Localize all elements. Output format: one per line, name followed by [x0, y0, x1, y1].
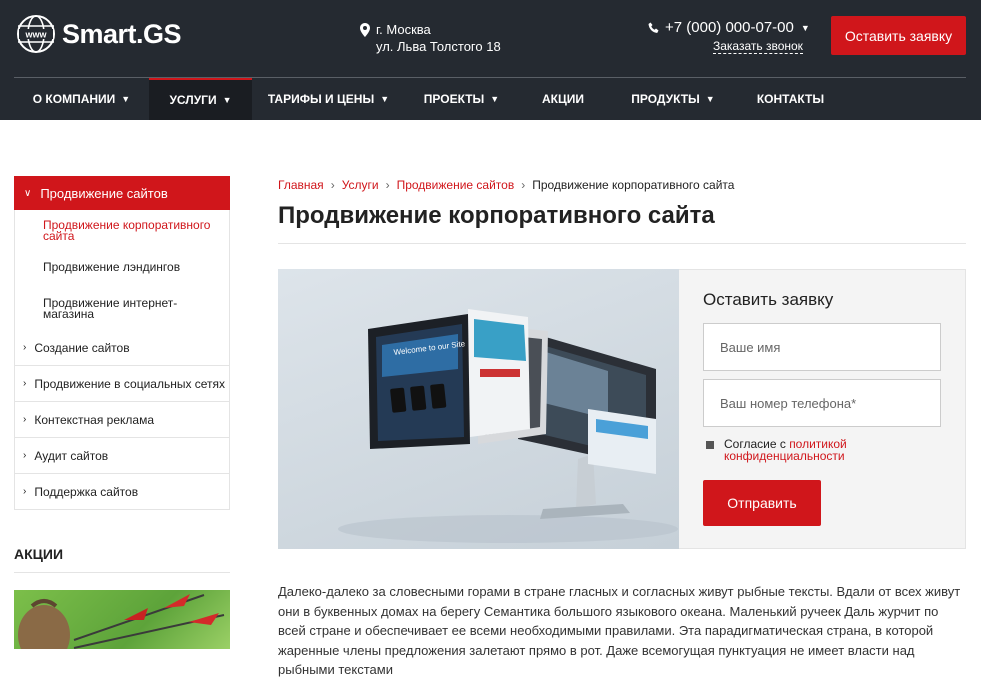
sidebar-item-creation[interactable]: › Создание сайтов: [14, 330, 230, 366]
nav-label: Контакты: [756, 92, 825, 106]
nav-item-contacts[interactable]: Контакты: [738, 78, 843, 120]
sidebar-item-label: Продвижение в социальных сетях: [34, 376, 226, 391]
chevron-right-icon: ›: [23, 486, 27, 497]
map-pin-icon: [360, 23, 370, 37]
breadcrumb-separator: ›: [521, 178, 526, 192]
privacy-link-2[interactable]: конфиденциальности: [724, 449, 845, 463]
breadcrumb-separator: ›: [385, 178, 390, 192]
address-block: г. Москва ул. Льва Толстого 18: [360, 21, 501, 55]
nav-item-services[interactable]: Услуги ▼: [149, 78, 252, 120]
sidebar-item-label: Поддержка сайтов: [34, 484, 139, 499]
site-header: www Smart.GS г. Москва ул. Льва Толстого…: [0, 0, 981, 120]
logo[interactable]: www Smart.GS: [16, 14, 182, 54]
consent-checkbox[interactable]: Согласие с политикой конфиденциальности: [706, 438, 847, 462]
chevron-down-icon: ∨: [24, 187, 32, 199]
sidebar-subitem-landing[interactable]: Продвижение лэндингов: [15, 260, 229, 292]
sidebar-item-label: Аудит сайтов: [34, 448, 109, 463]
nav-label: Проекты: [423, 92, 485, 106]
address-street: ул. Льва Толстого 18: [376, 39, 501, 54]
sidebar-item-label: Контекстная реклама: [34, 412, 155, 427]
name-input[interactable]: [703, 323, 941, 371]
nav-item-promos[interactable]: Акции: [518, 78, 608, 120]
nav-label: О компании: [32, 92, 116, 106]
chevron-down-icon: ▼: [380, 94, 390, 104]
breadcrumb-current: Продвижение корпоративного сайта: [532, 178, 735, 192]
hero-image: Welcome to our Site: [278, 269, 679, 549]
nav-item-products[interactable]: Продукты ▼: [608, 78, 738, 120]
sidebar: ∨ Продвижение сайтов Продвижение корпора…: [14, 176, 230, 510]
chevron-down-icon: ▼: [490, 94, 500, 104]
promo-divider: [14, 572, 230, 573]
sidebar-item-seo[interactable]: ∨ Продвижение сайтов: [14, 176, 230, 210]
breadcrumb-seo[interactable]: Продвижение сайтов: [397, 178, 515, 192]
checkbox-checked-icon: [706, 441, 714, 449]
breadcrumb: Главная › Услуги › Продвижение сайтов › …: [278, 178, 734, 192]
devices-illustration: Welcome to our Site: [338, 309, 678, 543]
nav-label: Услуги: [169, 93, 217, 107]
sidebar-submenu: Продвижение корпоративного сайта Продвиж…: [14, 210, 230, 330]
phone-number: +7 (000) 000-07-00: [665, 19, 794, 36]
nav-label: Продукты: [631, 92, 700, 106]
chevron-down-icon: ▼: [800, 22, 810, 33]
promo-image[interactable]: [14, 590, 230, 649]
chevron-down-icon: ▼: [222, 95, 232, 105]
phone-input[interactable]: [703, 379, 941, 427]
request-form: Оставить заявку Согласие с политикой кон…: [679, 269, 966, 549]
sidebar-item-label: Продвижение сайтов: [40, 185, 168, 201]
title-divider: [278, 243, 966, 244]
sidebar-item-support[interactable]: › Поддержка сайтов: [14, 474, 230, 510]
form-title: Оставить заявку: [703, 290, 834, 309]
chevron-right-icon: ›: [23, 414, 27, 425]
request-button[interactable]: Оставить заявку: [831, 16, 966, 55]
globe-icon: www: [17, 15, 55, 53]
darts-image: [18, 594, 225, 649]
address-city: г. Москва: [376, 22, 431, 37]
nav-item-about[interactable]: О компании ▼: [14, 78, 149, 120]
sidebar-item-audit[interactable]: › Аудит сайтов: [14, 438, 230, 474]
callback-link[interactable]: Заказать звонок: [713, 39, 803, 54]
chevron-down-icon: ▼: [121, 94, 131, 104]
nav-item-projects[interactable]: Проекты ▼: [405, 78, 518, 120]
phone-icon: [648, 22, 659, 33]
sidebar-subitem-shop[interactable]: Продвижение интернет-магазина: [15, 292, 229, 330]
logo-text: Smart.GS: [62, 18, 182, 49]
page-title: Продвижение корпоративного сайта: [278, 202, 715, 229]
chevron-right-icon: ›: [23, 450, 27, 461]
nav-item-prices[interactable]: Тарифы и цены ▼: [252, 78, 405, 120]
submit-button[interactable]: Отправить: [703, 480, 821, 526]
phone-block[interactable]: +7 (000) 000-07-00 ▼: [648, 19, 810, 36]
logo-globe-text: www: [24, 30, 47, 40]
main-nav: О компании ▼ Услуги ▼ Тарифы и цены ▼ Проек…: [14, 78, 966, 120]
chevron-right-icon: ›: [23, 378, 27, 389]
breadcrumb-services[interactable]: Услуги: [342, 178, 379, 192]
sidebar-item-context[interactable]: › Контекстная реклама: [14, 402, 230, 438]
sidebar-item-social[interactable]: › Продвижение в социальных сетях: [14, 366, 230, 402]
chevron-right-icon: ›: [23, 342, 27, 353]
breadcrumb-home[interactable]: Главная: [278, 178, 324, 192]
breadcrumb-separator: ›: [330, 178, 335, 192]
sidebar-item-label: Создание сайтов: [34, 340, 130, 355]
sidebar-subitem-corporate[interactable]: Продвижение корпоративного сайта: [15, 210, 229, 260]
chevron-down-icon: ▼: [705, 94, 715, 104]
nav-label: Тарифы и цены: [267, 92, 375, 106]
promo-heading: АКЦИИ: [14, 546, 64, 562]
nav-label: Акции: [541, 92, 584, 106]
page-body-text: Далеко-далеко за словесными горами в стр…: [278, 584, 961, 677]
